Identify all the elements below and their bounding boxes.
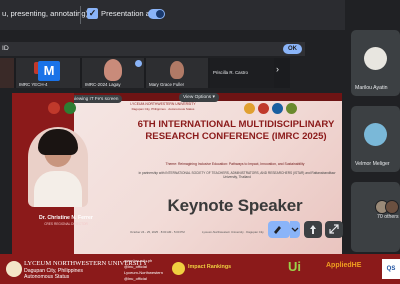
meet-window: u, presenting, annotating) ✓ Presentatio… xyxy=(0,0,400,284)
partner-seal xyxy=(258,103,269,114)
participant-tile-marilou[interactable]: Marilou Ayatin xyxy=(351,30,400,96)
others-tile[interactable]: 70 others xyxy=(351,182,400,252)
participant-video xyxy=(170,61,184,79)
avatar xyxy=(385,200,399,214)
view-options-button[interactable]: View Options ▾ xyxy=(179,93,219,102)
conference-theme: Theme: Reimagining Inclusive Education: … xyxy=(165,162,305,166)
partner-seal xyxy=(286,103,297,114)
fullscreen-icon[interactable] xyxy=(325,221,343,238)
participant-video xyxy=(104,59,122,81)
keynote-speaker-heading: Keynote Speaker xyxy=(167,196,303,215)
participant-tile[interactable]: IMRC-2024 Lagay xyxy=(82,58,144,88)
pin-icon[interactable] xyxy=(304,221,322,238)
others-count-label: 70 others xyxy=(377,214,399,220)
footer-university-status: Autonomous Status xyxy=(24,274,70,280)
participant-tile-partial[interactable] xyxy=(0,58,14,88)
partner-seal xyxy=(64,102,76,114)
ok-button[interactable]: OK xyxy=(283,44,302,54)
university-subheader: Dagupan City, Philippines · Autonomous S… xyxy=(131,107,195,111)
ui-greenmetric-logo: Ui xyxy=(288,259,301,274)
event-venue: Lyceum-Northwestern University · Dagupan… xyxy=(202,230,264,234)
participant-name: Mary Grace Fuller xyxy=(149,82,185,87)
avatar xyxy=(364,123,387,146)
participant-strip: IMRC YECH-4 IMRC-2024 Lagay Mary Grace F… xyxy=(0,58,290,88)
meeting-id-bar: ID OK xyxy=(0,42,305,56)
qs-logo: QS xyxy=(382,259,400,279)
participant-name: Marilou Ayatin xyxy=(355,85,388,91)
m-avatar-tile: M xyxy=(38,61,60,81)
partner-seal xyxy=(244,103,255,114)
annotate-dropdown-chevron-down-icon[interactable] xyxy=(290,221,300,238)
event-date: October 24 - 25, 2025 · 8:00 AM - 5:00 P… xyxy=(130,230,185,234)
university-header: LYCEUM-NORTHWESTERN UNIVERSITY xyxy=(130,102,196,106)
university-seal-logo xyxy=(6,261,22,277)
footer-social-link: Lyceum-Northwestern xyxy=(124,270,163,275)
impact-rankings-label: Impact Rankings xyxy=(188,264,232,270)
next-page-chevron-icon[interactable]: › xyxy=(276,64,285,82)
participant-name: Velmor Meliger xyxy=(355,161,390,167)
participant-tile-velmor[interactable]: Velmor Meliger xyxy=(351,106,400,172)
slide-footer-banner: LYCEUM NORTHWESTERN UNIVERSITY Dagupan C… xyxy=(0,254,400,284)
conference-title: 6TH INTERNATIONAL MULTIDISCIPLINARY RESE… xyxy=(137,119,335,142)
speaker-name: Dr. Christine N. Ferrer xyxy=(39,215,93,221)
meeting-id-label: ID xyxy=(2,45,9,52)
presenting-mode-label: u, presenting, annotating) xyxy=(2,9,89,18)
annotate-button[interactable] xyxy=(268,221,290,238)
toolbar-divider xyxy=(80,6,81,24)
participant-name: IMRC YECH-4 xyxy=(19,82,48,87)
participant-name: Priscilla R. Castro xyxy=(213,70,248,75)
university-seal xyxy=(48,102,60,114)
presentation-audio-checkbox[interactable]: ✓ xyxy=(87,8,98,19)
right-participant-panel: Marilou Ayatin Velmor Meliger 70 others xyxy=(351,30,400,284)
partnership-text: in partnership with INTERNATIONAL SOCIET… xyxy=(138,171,336,179)
speaker-photo xyxy=(28,127,88,207)
speaking-indicator-icon xyxy=(135,60,142,67)
presenting-toolbar: u, presenting, annotating) ✓ Presentatio… xyxy=(0,0,345,30)
footer-social-link: @lnu_official xyxy=(124,276,147,281)
presentation-audio-toggle[interactable] xyxy=(148,9,165,19)
rankings-logo xyxy=(172,262,185,275)
participant-tile[interactable]: Priscilla R. Castro xyxy=(210,58,274,88)
footer-social-link: @lnu_official xyxy=(124,264,147,269)
participant-name: IMRC-2024 Lagay xyxy=(85,82,121,87)
participant-tile[interactable]: Mary Grace Fuller xyxy=(146,58,208,88)
partner-seal xyxy=(272,103,283,114)
footer-social-link: www.lnu.edu.ph xyxy=(124,258,153,263)
avatar xyxy=(364,47,387,70)
speaker-title: CRES REGIONAL DIRECTOR xyxy=(44,222,88,226)
applied-he-logo: AppliedHE xyxy=(326,262,362,269)
